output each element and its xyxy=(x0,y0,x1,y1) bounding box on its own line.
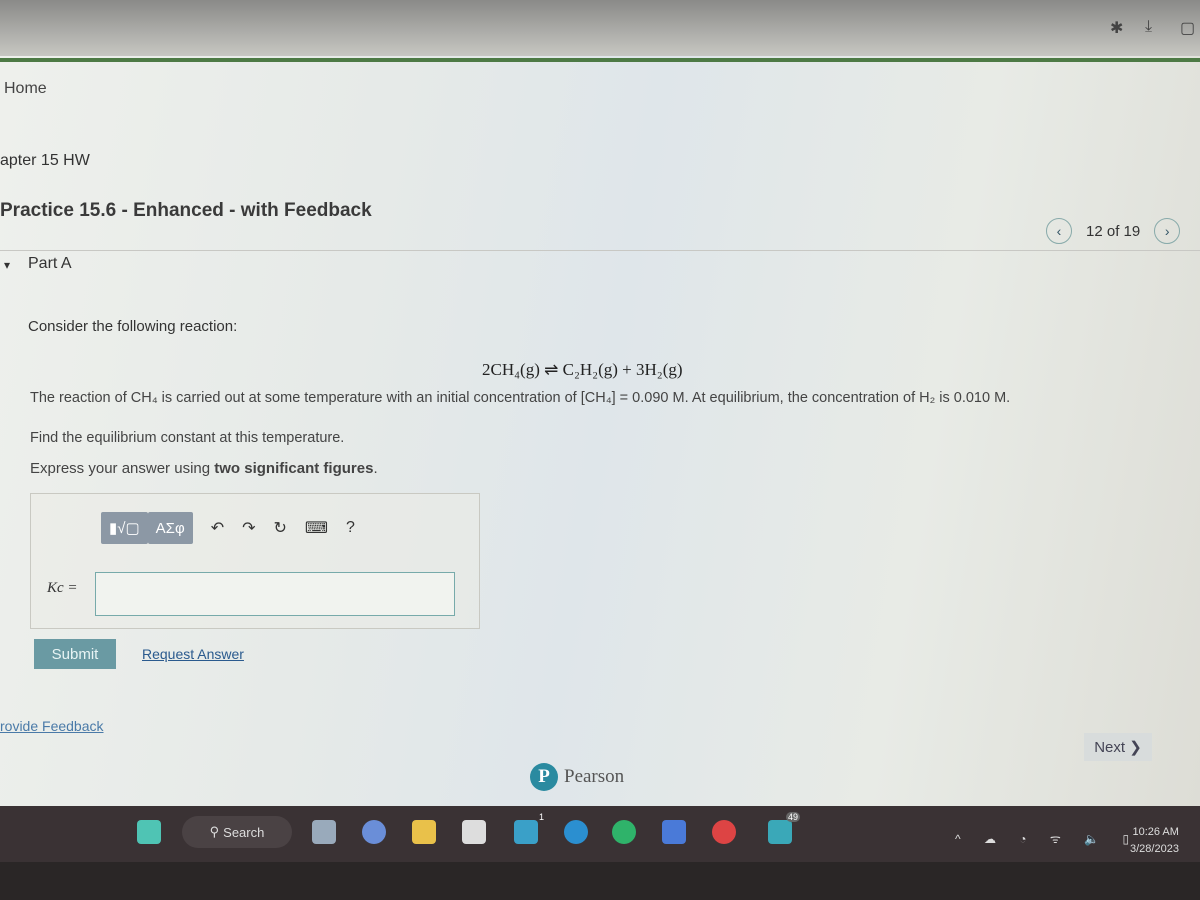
header-bar xyxy=(0,58,1200,62)
chevron-left-icon[interactable]: ‹ xyxy=(1046,218,1072,244)
app-icon[interactable]: 49 xyxy=(768,812,800,844)
task-view-icon[interactable] xyxy=(312,820,336,844)
taskbar: ⚲ Search 1 49 ^ ☁ ◔ ᯤ 🔈 ▯ 10:26 AM 3/28/20… xyxy=(0,806,1200,862)
pearson-logo: P Pearson xyxy=(530,763,624,791)
redo-icon[interactable]: ↷ xyxy=(242,518,255,538)
app-badge: 49 xyxy=(785,812,800,822)
next-button[interactable]: Next ❯ xyxy=(1084,733,1152,761)
extensions-icon[interactable]: ✱ xyxy=(1110,18,1123,38)
reaction-equation: 2CH₄(g) ⇌ C₂H₂(g) + 3H₂(g) xyxy=(482,360,683,379)
mail-icon[interactable]: 1 xyxy=(514,812,544,844)
math-toolbar: ▮√▢ ΑΣφ ↶ ↷ ↻ ⌨ ? xyxy=(101,512,355,544)
chevron-right-icon[interactable]: › xyxy=(1154,218,1181,244)
spotify-icon[interactable] xyxy=(612,820,636,844)
submit-button[interactable]: Submit xyxy=(34,639,116,669)
time: 10:26 AM xyxy=(1132,826,1179,838)
search-icon: ⚲ xyxy=(209,824,220,839)
clock[interactable]: 10:26 AM 3/28/2023 xyxy=(1130,824,1179,858)
symbols-button[interactable]: ΑΣφ xyxy=(147,512,193,544)
system-tray[interactable]: ^ ☁ ◔ ᯤ 🔈 ▯ xyxy=(955,830,1139,847)
page-title: Practice 15.6 - Enhanced - with Feedback xyxy=(0,200,372,221)
item-position: 12 of 19 xyxy=(1086,222,1141,240)
taskbar-search[interactable]: ⚲ Search xyxy=(182,816,292,848)
file-explorer-icon[interactable] xyxy=(412,820,436,844)
chrome-icon[interactable] xyxy=(712,820,736,844)
help-icon[interactable]: ? xyxy=(346,519,355,537)
keyboard-icon[interactable]: ⌨ xyxy=(305,518,328,538)
start-icon[interactable] xyxy=(137,820,161,844)
kc-label: Kc = xyxy=(47,580,78,596)
undo-icon[interactable]: ↶ xyxy=(211,518,224,538)
zoom-app-icon[interactable] xyxy=(564,820,588,844)
brand-name: Pearson xyxy=(564,766,625,787)
store-icon[interactable] xyxy=(462,820,486,844)
pearson-icon: P xyxy=(530,763,558,791)
item-navigation: ‹ 12 of 19 › xyxy=(1046,218,1181,244)
templates-button[interactable]: ▮√▢ xyxy=(101,512,148,544)
part-label[interactable]: Part A xyxy=(28,255,72,273)
reset-icon[interactable]: ↻ xyxy=(274,518,287,538)
divider xyxy=(0,250,1200,251)
chat-icon[interactable] xyxy=(362,820,386,844)
browser-toolbar: ✱ ⤓ ▢ xyxy=(0,0,1200,58)
search-label: Search xyxy=(223,824,265,840)
question-intro: Consider the following reaction: xyxy=(28,318,238,335)
question-instruction: Express your answer using two significan… xyxy=(30,460,378,477)
question-body: The reaction of CH₄ is carried out at so… xyxy=(30,390,1011,406)
window-icon[interactable]: ▢ xyxy=(1180,18,1195,38)
request-answer-link[interactable]: Request Answer xyxy=(142,646,244,662)
media-player-icon[interactable] xyxy=(662,820,686,844)
mail-badge: 1 xyxy=(538,812,544,822)
breadcrumb-home[interactable]: Home xyxy=(4,80,47,98)
question-task: Find the equilibrium constant at this te… xyxy=(30,430,345,446)
answer-box: ▮√▢ ΑΣφ ↶ ↷ ↻ ⌨ ? Kc = xyxy=(30,493,480,629)
breadcrumb-chapter[interactable]: apter 15 HW xyxy=(0,152,90,170)
download-icon[interactable]: ⤓ xyxy=(1145,18,1152,36)
collapse-icon[interactable]: ▾ xyxy=(4,258,10,272)
provide-feedback-link[interactable]: rovide Feedback xyxy=(0,718,104,734)
date: 3/28/2023 xyxy=(1130,843,1179,855)
kc-input[interactable] xyxy=(95,572,455,616)
